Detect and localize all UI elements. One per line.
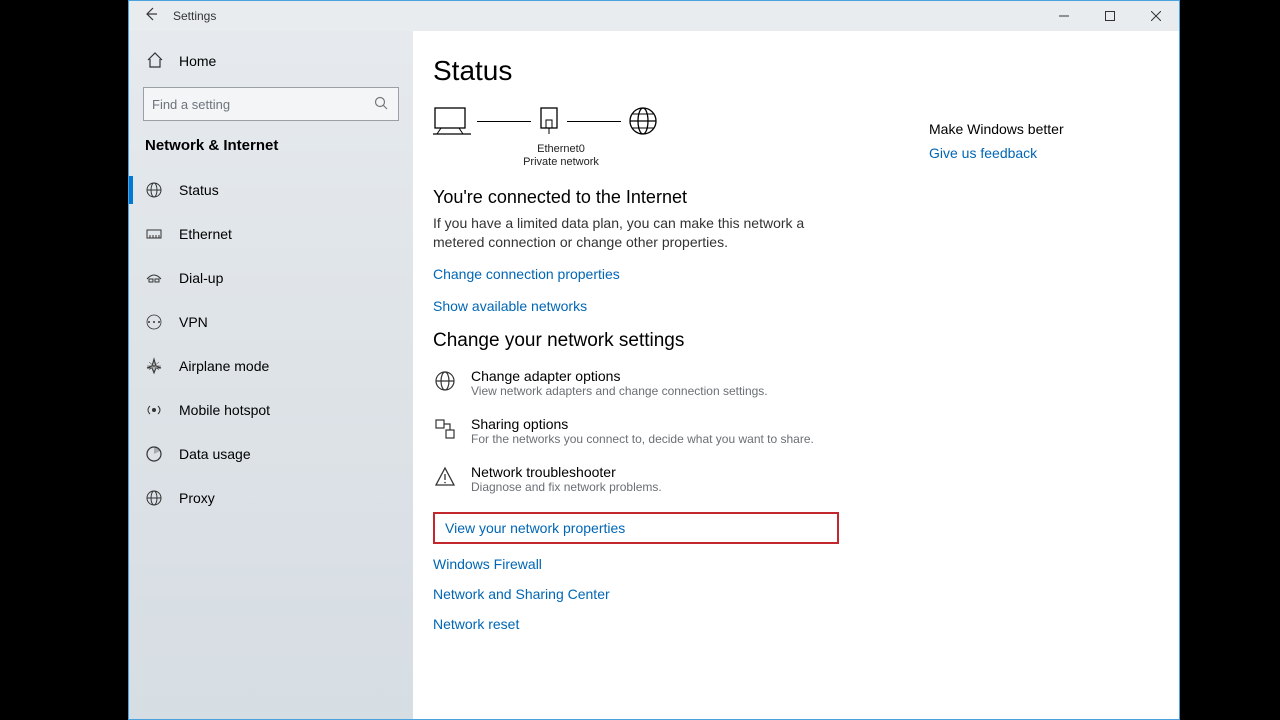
- option-sharing[interactable]: Sharing options For the networks you con…: [433, 416, 909, 446]
- close-button[interactable]: [1133, 1, 1179, 31]
- option-change-adapter[interactable]: Change adapter options View network adap…: [433, 368, 909, 398]
- change-settings-heading: Change your network settings: [433, 330, 909, 352]
- right-column: Make Windows better Give us feedback: [929, 31, 1179, 719]
- home-icon: [145, 51, 165, 72]
- globe-icon: [145, 181, 165, 199]
- pc-icon: [433, 106, 471, 136]
- data-usage-icon: [145, 445, 165, 463]
- link-view-network-properties[interactable]: View your network properties: [445, 520, 827, 536]
- hotspot-icon: [145, 401, 165, 419]
- sidebar-item-hotspot[interactable]: Mobile hotspot: [129, 388, 413, 432]
- search-input[interactable]: Find a setting: [143, 87, 399, 121]
- sidebar-item-label: Ethernet: [179, 226, 232, 242]
- sidebar-section: Network & Internet: [129, 131, 413, 168]
- sidebar-item-proxy[interactable]: Proxy: [129, 476, 413, 520]
- sidebar-item-label: VPN: [179, 314, 208, 330]
- right-heading: Make Windows better: [929, 121, 1159, 137]
- dialup-icon: [145, 269, 165, 287]
- network-diagram: [433, 101, 909, 141]
- sidebar: Home Find a setting Network & Internet S…: [129, 31, 413, 719]
- settings-window: Settings Home Find a se: [128, 0, 1180, 720]
- link-network-sharing-center[interactable]: Network and Sharing Center: [433, 586, 909, 602]
- internet-icon: [627, 105, 659, 137]
- sidebar-item-ethernet[interactable]: Ethernet: [129, 212, 413, 256]
- connector-line: [567, 121, 621, 122]
- sidebar-item-datausage[interactable]: Data usage: [129, 432, 413, 476]
- option-title: Sharing options: [471, 416, 814, 432]
- sidebar-item-label: Proxy: [179, 490, 215, 506]
- minimize-button[interactable]: [1041, 1, 1087, 31]
- sharing-icon: [433, 416, 457, 446]
- sidebar-item-label: Airplane mode: [179, 358, 269, 374]
- sidebar-home-label: Home: [179, 53, 216, 69]
- maximize-button[interactable]: [1087, 1, 1133, 31]
- option-title: Network troubleshooter: [471, 464, 662, 480]
- sidebar-item-airplane[interactable]: Airplane mode: [129, 344, 413, 388]
- adapter-icon: [433, 368, 457, 398]
- diagram-caption: Ethernet0 Private network: [431, 143, 691, 169]
- proxy-icon: [145, 489, 165, 507]
- title-bar: Settings: [129, 1, 1179, 31]
- diagram-network-type: Private network: [431, 156, 691, 169]
- diagram-device: Ethernet0: [431, 143, 691, 156]
- sidebar-item-label: Data usage: [179, 446, 251, 462]
- main-content: Status: [413, 31, 929, 719]
- highlight-box: View your network properties: [433, 512, 839, 544]
- link-change-connection-properties[interactable]: Change connection properties: [433, 266, 909, 282]
- link-network-reset[interactable]: Network reset: [433, 616, 909, 632]
- option-title: Change adapter options: [471, 368, 768, 384]
- connected-body: If you have a limited data plan, you can…: [433, 214, 813, 252]
- option-desc: Diagnose and fix network problems.: [471, 480, 662, 494]
- back-button[interactable]: [129, 6, 173, 27]
- router-icon: [537, 106, 561, 136]
- window-title: Settings: [173, 9, 216, 23]
- vpn-icon: [145, 313, 165, 331]
- search-icon: [374, 96, 390, 113]
- connector-line: [477, 121, 531, 122]
- sidebar-item-dialup[interactable]: Dial-up: [129, 256, 413, 300]
- page-title: Status: [433, 55, 909, 87]
- warning-icon: [433, 464, 457, 494]
- sidebar-item-label: Mobile hotspot: [179, 402, 270, 418]
- connected-heading: You're connected to the Internet: [433, 187, 909, 208]
- search-placeholder: Find a setting: [152, 97, 374, 112]
- sidebar-item-label: Status: [179, 182, 219, 198]
- sidebar-item-vpn[interactable]: VPN: [129, 300, 413, 344]
- link-show-available-networks[interactable]: Show available networks: [433, 298, 909, 314]
- sidebar-item-label: Dial-up: [179, 270, 223, 286]
- link-give-feedback[interactable]: Give us feedback: [929, 145, 1159, 161]
- option-desc: View network adapters and change connect…: [471, 384, 768, 398]
- sidebar-item-status[interactable]: Status: [129, 168, 413, 212]
- ethernet-icon: [145, 225, 165, 243]
- option-troubleshooter[interactable]: Network troubleshooter Diagnose and fix …: [433, 464, 909, 494]
- airplane-icon: [145, 357, 165, 375]
- link-windows-firewall[interactable]: Windows Firewall: [433, 556, 909, 572]
- option-desc: For the networks you connect to, decide …: [471, 432, 814, 446]
- sidebar-home[interactable]: Home: [129, 39, 413, 83]
